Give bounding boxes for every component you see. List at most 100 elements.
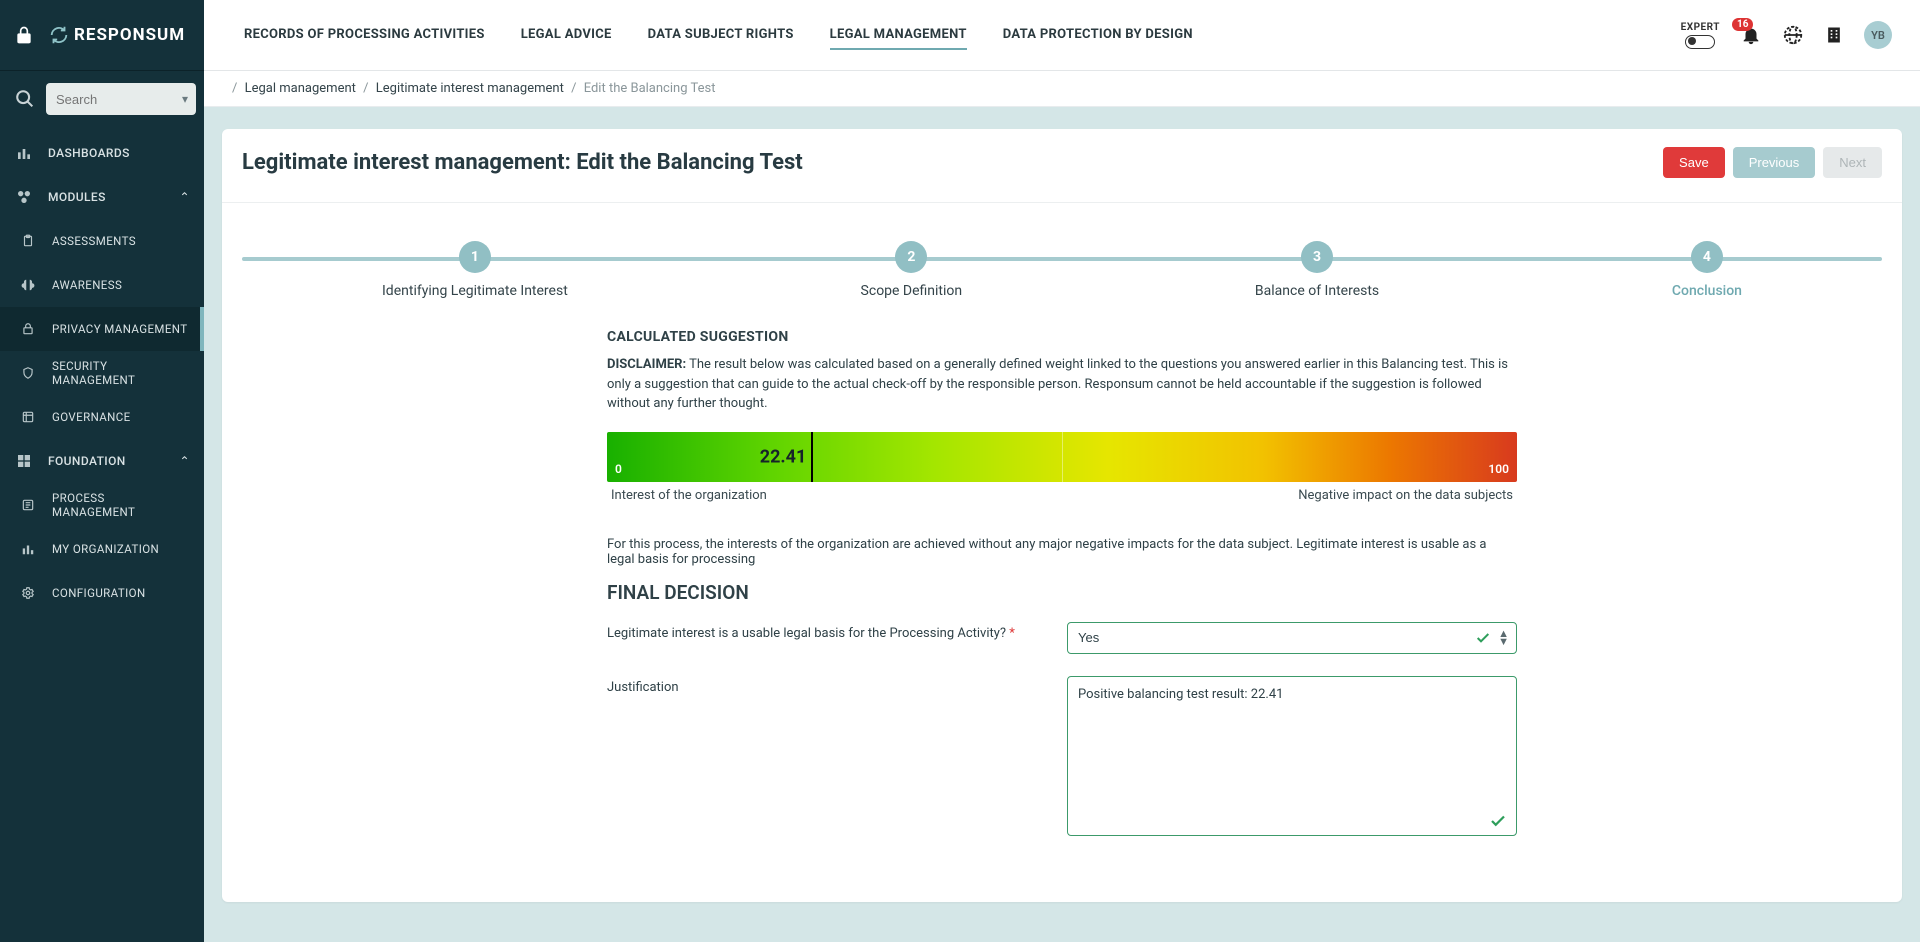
step-label: Scope Definition	[861, 283, 963, 299]
sidebar-item-label: PRIVACY MANAGEMENT	[52, 322, 188, 336]
sidebar-item-my-organization[interactable]: MY ORGANIZATION	[0, 527, 204, 571]
avatar[interactable]: YB	[1864, 21, 1892, 49]
governance-icon	[18, 407, 38, 427]
building-icon	[1824, 23, 1844, 47]
globe-button[interactable]	[1782, 24, 1804, 46]
disclaimer-text: DISCLAIMER: The result below was calcula…	[607, 355, 1517, 414]
notification-badge: 16	[1732, 18, 1753, 31]
usable-legal-basis-select[interactable]: Yes	[1067, 622, 1517, 654]
sidebar-item-foundation[interactable]: FOUNDATION ⌃	[0, 439, 204, 483]
calculated-suggestion-heading: CALCULATED SUGGESTION	[607, 329, 1517, 345]
clipboard-icon	[18, 231, 38, 251]
brand-text: RESPONSUM	[74, 25, 185, 45]
step-number: 4	[1691, 241, 1723, 273]
process-icon	[18, 495, 38, 515]
tab-data-subject-rights[interactable]: DATA SUBJECT RIGHTS	[648, 21, 794, 50]
next-button: Next	[1823, 147, 1882, 178]
breadcrumb-legitimate-interest[interactable]: Legitimate interest management	[376, 81, 564, 96]
grid-icon	[14, 451, 34, 471]
step-number: 2	[895, 241, 927, 273]
score-gauge: 0 100 22.41 Interest of the organization…	[607, 432, 1517, 503]
sidebar-item-label: MY ORGANIZATION	[52, 542, 159, 556]
tab-data-protection-design[interactable]: DATA PROTECTION BY DESIGN	[1003, 21, 1193, 50]
step-number: 3	[1301, 241, 1333, 273]
expert-label: EXPERT	[1681, 22, 1720, 33]
step-4[interactable]: 4 Conclusion	[1672, 241, 1742, 299]
justification-textarea[interactable]	[1067, 676, 1517, 836]
check-icon	[1489, 812, 1507, 830]
justification-label: Justification	[607, 676, 1057, 695]
step-label: Balance of Interests	[1255, 283, 1379, 299]
chevron-up-icon: ⌃	[180, 190, 190, 204]
toggle-icon	[1685, 35, 1715, 49]
select-arrows-icon: ▲▼	[1498, 630, 1509, 646]
step-2[interactable]: 2 Scope Definition	[861, 241, 963, 299]
sidebar-item-label: SECURITY MANAGEMENT	[52, 359, 190, 387]
save-button[interactable]: Save	[1663, 147, 1725, 178]
tab-legal-advice[interactable]: LEGAL ADVICE	[521, 21, 612, 50]
breadcrumb: / Legal management / Legitimate interest…	[204, 71, 1920, 107]
breadcrumb-current: Edit the Balancing Test	[584, 81, 716, 96]
sidebar-item-governance[interactable]: GOVERNANCE	[0, 395, 204, 439]
privacy-lock-icon	[18, 319, 38, 339]
sidebar-item-process-management[interactable]: PROCESS MANAGEMENT	[0, 483, 204, 527]
sidebar: RESPONSUM ▾ DASHBOARDS MODULES ⌃	[0, 0, 204, 942]
brand-logo: RESPONSUM	[48, 24, 185, 46]
step-3[interactable]: 3 Balance of Interests	[1255, 241, 1379, 299]
search-input[interactable]	[46, 83, 196, 115]
topnav: RECORDS OF PROCESSING ACTIVITIES LEGAL A…	[204, 0, 1920, 71]
content-area: Legitimate interest management: Edit the…	[204, 107, 1920, 942]
page-title: Legitimate interest management: Edit the…	[242, 150, 803, 175]
check-icon	[1475, 630, 1491, 646]
gauge-max: 100	[1488, 462, 1509, 476]
breadcrumb-legal-management[interactable]: Legal management	[245, 81, 356, 96]
step-label: Conclusion	[1672, 283, 1742, 299]
sidebar-item-label: ASSESSMENTS	[52, 234, 136, 248]
chevron-down-icon[interactable]: ▾	[182, 92, 188, 106]
sidebar-item-label: PROCESS MANAGEMENT	[52, 491, 190, 519]
notifications-button[interactable]: 16	[1740, 24, 1762, 46]
gauge-left-label: Interest of the organization	[611, 488, 767, 503]
usable-legal-basis-label: Legitimate interest is a usable legal ba…	[607, 622, 1057, 641]
step-number: 1	[459, 241, 491, 273]
sidebar-search-row: ▾	[0, 71, 204, 125]
main-card: Legitimate interest management: Edit the…	[222, 129, 1902, 902]
main: RECORDS OF PROCESSING ACTIVITIES LEGAL A…	[204, 0, 1920, 942]
chart-icon	[14, 143, 34, 163]
final-decision-heading: FINAL DECISION	[607, 581, 1517, 604]
gauge-min: 0	[615, 462, 622, 476]
gear-icon	[18, 583, 38, 603]
step-1[interactable]: 1 Identifying Legitimate Interest	[382, 241, 568, 299]
refresh-icon	[48, 24, 70, 46]
expert-toggle[interactable]: EXPERT	[1681, 22, 1720, 49]
sidebar-item-privacy-management[interactable]: PRIVACY MANAGEMENT	[0, 307, 204, 351]
sidebar-item-assessments[interactable]: ASSESSMENTS	[0, 219, 204, 263]
building-button[interactable]	[1824, 23, 1844, 47]
previous-button[interactable]: Previous	[1733, 147, 1816, 178]
sidebar-item-configuration[interactable]: CONFIGURATION	[0, 571, 204, 615]
search-icon[interactable]	[14, 88, 36, 110]
gauge-right-label: Negative impact on the data subjects	[1298, 488, 1513, 503]
sidebar-brand-row: RESPONSUM	[0, 0, 204, 71]
card-header: Legitimate interest management: Edit the…	[222, 129, 1902, 203]
sidebar-item-security-management[interactable]: SECURITY MANAGEMENT	[0, 351, 204, 395]
sidebar-item-label: GOVERNANCE	[52, 410, 131, 424]
sidebar-item-label: CONFIGURATION	[52, 586, 146, 600]
tab-records-processing[interactable]: RECORDS OF PROCESSING ACTIVITIES	[244, 21, 485, 50]
sidebar-item-label: AWARENESS	[52, 278, 122, 292]
sidebar-item-label: MODULES	[48, 190, 106, 204]
topnav-tabs: RECORDS OF PROCESSING ACTIVITIES LEGAL A…	[244, 21, 1193, 50]
globe-icon	[1782, 24, 1804, 46]
chart-icon	[18, 539, 38, 559]
chevron-up-icon: ⌃	[180, 454, 190, 468]
sidebar-item-dashboards[interactable]: DASHBOARDS	[0, 131, 204, 175]
step-label: Identifying Legitimate Interest	[382, 283, 568, 299]
required-indicator: *	[1009, 626, 1015, 641]
sidebar-item-label: DASHBOARDS	[48, 146, 130, 160]
gauge-marker	[811, 432, 813, 482]
sidebar-item-awareness[interactable]: AWARENESS	[0, 263, 204, 307]
disclaimer-label: DISCLAIMER:	[607, 357, 686, 372]
sidebar-item-modules[interactable]: MODULES ⌃	[0, 175, 204, 219]
tab-legal-management[interactable]: LEGAL MANAGEMENT	[830, 21, 967, 50]
modules-icon	[14, 187, 34, 207]
